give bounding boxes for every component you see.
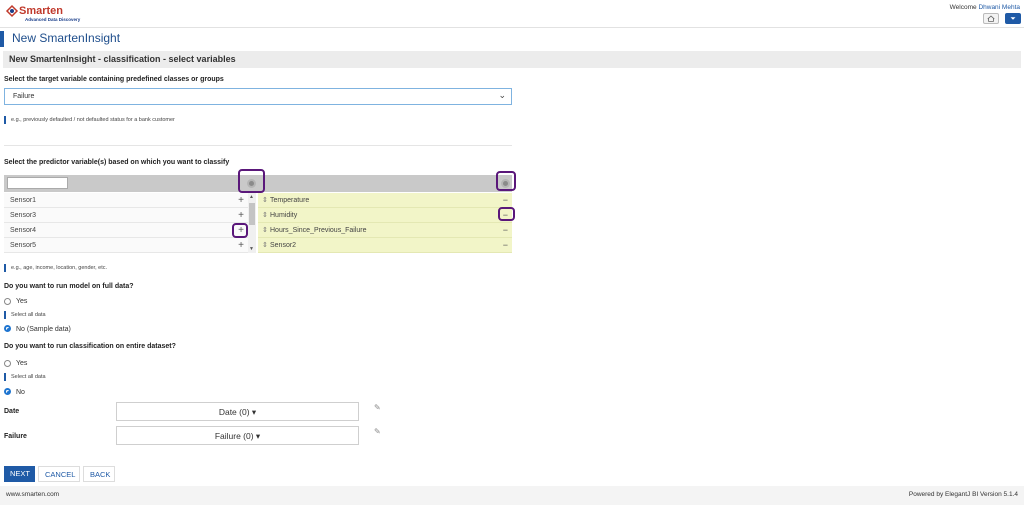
entire-dataset-no-label: No [16, 389, 25, 396]
drag-handle-icon[interactable]: ⇕ [262, 241, 268, 249]
full-data-yes-radio[interactable] [4, 298, 11, 305]
drag-handle-icon[interactable]: ⇕ [262, 196, 268, 204]
highlight-ring [238, 169, 265, 193]
date-filter-dropdown[interactable]: Date (0) ▾ [116, 402, 359, 421]
highlight-ring [496, 171, 516, 191]
footer-site-link[interactable]: www.smarten.com [6, 491, 59, 498]
predictors-label: Select the predictor variable(s) based o… [4, 159, 230, 166]
available-variables-list: Sensor1 + Sensor3 + Sensor4 + Sensor5 + [4, 193, 248, 253]
failure-filter-dropdown[interactable]: Failure (0) ▾ [116, 426, 359, 445]
section-header: New SmartenInsight - classification - se… [3, 51, 1021, 68]
minus-icon[interactable]: − [503, 225, 508, 235]
home-icon [987, 15, 995, 22]
full-data-no-label: No (Sample data) [16, 326, 71, 333]
list-item[interactable]: Sensor3 + [4, 208, 248, 223]
filter-label-failure: Failure [4, 433, 27, 440]
selected-variables-list: ⇕ Temperature − ⇕ Humidity − ⇕ Hours_Sin… [258, 193, 512, 253]
full-data-question: Do you want to run model on full data? [4, 283, 134, 290]
list-item[interactable]: ⇕ Sensor2 − [258, 238, 512, 253]
section-divider [4, 145, 512, 146]
chevron-down-icon: ⌄ [498, 90, 506, 100]
full-data-yes-label: Yes [16, 298, 28, 305]
predictors-hint: e.g., age, income, location, gender, etc… [4, 264, 107, 272]
list-item[interactable]: ⇕ Humidity − [258, 208, 512, 223]
entire-dataset-yes-radio[interactable] [4, 360, 11, 367]
variable-name: Hours_Since_Previous_Failure [270, 227, 367, 234]
title-accent [0, 31, 4, 47]
list-item[interactable]: Sensor4 + [4, 223, 248, 238]
drag-handle-icon[interactable]: ⇕ [262, 226, 268, 234]
full-data-yes-hint: Select all data [4, 311, 46, 319]
target-select-value: Failure [13, 93, 35, 100]
section-title: New SmartenInsight - classification - se… [9, 54, 236, 64]
welcome-text: Welcome Dhwani Mehta [950, 4, 1020, 11]
window-title: New SmartenInsight [12, 31, 121, 45]
date-filter-value: Date (0) ▾ [218, 407, 257, 417]
list-item[interactable]: Sensor5 + [4, 238, 248, 253]
variable-name: Sensor1 [10, 197, 37, 204]
window-title-bar: New SmartenInsight [0, 27, 1024, 47]
menu-dropdown-button[interactable] [1005, 13, 1021, 24]
full-data-no-radio[interactable] [4, 325, 11, 332]
highlight-ring [232, 223, 248, 238]
list-item[interactable]: Sensor1 + [4, 193, 248, 208]
entire-dataset-yes-label: Yes [16, 360, 28, 367]
brand-logo[interactable]: Smarten Advanced Data Discovery [5, 4, 95, 24]
minus-icon[interactable]: − [503, 195, 508, 205]
plus-icon[interactable]: + [238, 240, 244, 251]
drag-handle-icon[interactable]: ⇕ [262, 211, 268, 219]
back-button[interactable]: BACK [83, 466, 115, 482]
footer-version: Powered by ElegantJ BI Version 5.1.4 [908, 491, 1018, 498]
brand-name: Smarten [19, 5, 64, 17]
minus-icon[interactable]: − [503, 240, 508, 250]
filter-label-date: Date [4, 408, 20, 415]
predictor-filter-input[interactable] [7, 177, 68, 189]
available-list-scrollbar[interactable]: ▲ ▼ [248, 193, 256, 253]
entire-dataset-no-radio[interactable] [4, 388, 11, 395]
variable-name: Sensor2 [270, 242, 297, 249]
plus-icon[interactable]: + [238, 195, 244, 206]
eraser-icon[interactable]: ✎ [374, 403, 381, 412]
failure-filter-value: Failure (0) ▾ [214, 431, 261, 441]
brand-tagline: Advanced Data Discovery [25, 17, 81, 22]
scroll-thumb[interactable] [249, 203, 255, 225]
eraser-icon[interactable]: ✎ [374, 427, 381, 436]
footer: www.smarten.com Powered by ElegantJ BI V… [0, 486, 1024, 505]
highlight-ring [498, 207, 515, 221]
menu-caret-icon [1010, 17, 1016, 20]
target-select[interactable]: Failure ⌄ [4, 88, 512, 105]
variable-name: Humidity [270, 212, 298, 219]
variable-name: Sensor3 [10, 212, 37, 219]
list-item[interactable]: ⇕ Temperature − [258, 193, 512, 208]
home-button[interactable] [983, 13, 999, 24]
target-label: Select the target variable containing pr… [4, 76, 224, 83]
target-hint: e.g., previously defaulted / not default… [4, 116, 175, 124]
scroll-up-icon[interactable]: ▲ [249, 194, 254, 200]
user-name-link[interactable]: Dhwani Mehta [978, 4, 1020, 11]
welcome-prefix: Welcome [949, 4, 977, 11]
variable-name: Sensor5 [10, 242, 37, 249]
variable-name: Temperature [270, 197, 310, 204]
logo-mark-icon [5, 4, 19, 18]
cancel-button[interactable]: CANCEL [38, 466, 80, 482]
list-item[interactable]: ⇕ Hours_Since_Previous_Failure − [258, 223, 512, 238]
variable-name: Sensor4 [10, 227, 37, 234]
entire-dataset-yes-hint: Select all data [4, 373, 46, 381]
plus-icon[interactable]: + [238, 210, 244, 221]
next-button[interactable]: NEXT [4, 466, 35, 482]
scroll-down-icon[interactable]: ▼ [249, 246, 254, 252]
entire-dataset-question: Do you want to run classification on ent… [4, 343, 176, 350]
top-bar: Smarten Advanced Data Discovery Welcome … [0, 0, 1024, 27]
